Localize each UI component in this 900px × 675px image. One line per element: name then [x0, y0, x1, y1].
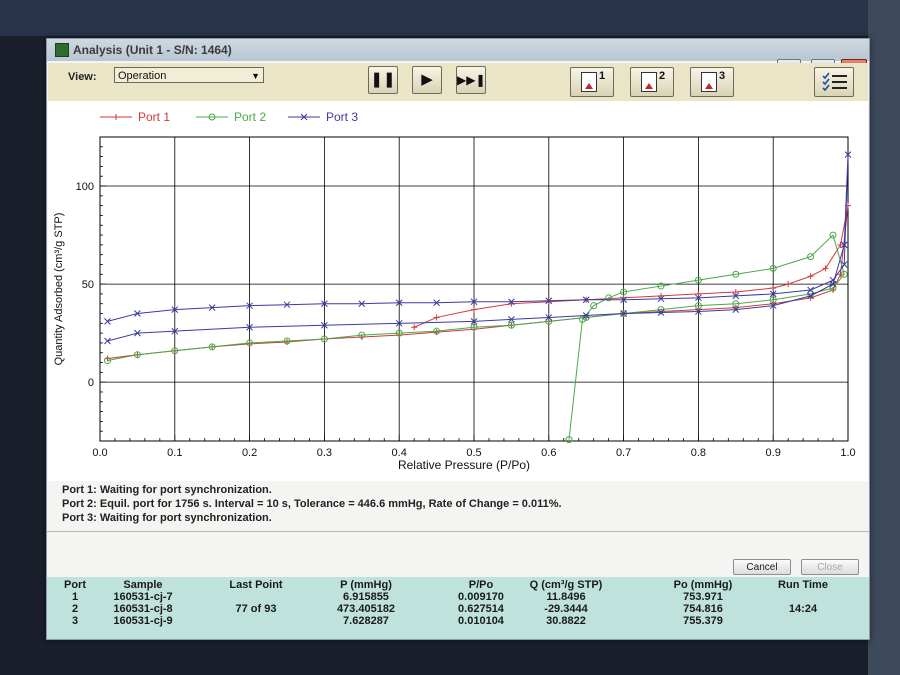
divider: [47, 531, 869, 532]
chevron-down-icon: ▼: [251, 71, 260, 81]
toolbar: View: Operation ▼ ❚❚ ▶ ▶▶❚ 1 2 3: [48, 63, 868, 103]
table-cell: 0.009170: [458, 591, 504, 603]
table-cell: 6.915855: [343, 591, 389, 603]
table-cell: 11.8496: [546, 591, 586, 603]
status-line-port-3: Port 3: Waiting for port synchronization…: [62, 512, 272, 524]
view-dropdown-value: Operation: [118, 70, 167, 82]
report-2-button[interactable]: 2: [630, 67, 674, 97]
table-cell: 7.628287: [343, 615, 389, 627]
analysis-window: Analysis (Unit 1 - S/N: 1464) — ▭ ✕ View…: [46, 38, 870, 640]
y-axis-title: Quantity Adsorbed (cm³/g STP): [53, 213, 65, 366]
table-cell: 30.8822: [546, 615, 586, 627]
table-header: Port: [64, 579, 86, 591]
view-label: View:: [68, 71, 97, 83]
x-tick-label: 0.2: [242, 447, 257, 459]
table-header: Po (mmHg): [673, 579, 733, 591]
close-button[interactable]: Close: [801, 559, 859, 575]
legend-label-port-2: Port 2: [234, 110, 266, 124]
report-3-number: 3: [719, 70, 726, 82]
status-panel: Port 1: Waiting for port synchronization…: [62, 483, 562, 525]
x-tick-label: 0.8: [691, 447, 706, 459]
table-cell: 754.816: [683, 603, 723, 615]
skip-button[interactable]: ▶▶❚: [456, 66, 486, 94]
report-1-button[interactable]: 1: [570, 67, 614, 97]
app-icon: [55, 43, 69, 57]
x-tick-label: 0.1: [167, 447, 182, 459]
table-cell: 77 of 93: [235, 603, 277, 615]
play-button[interactable]: ▶: [412, 66, 442, 94]
pause-icon: ❚❚: [370, 71, 396, 88]
legend-marker-port-1: [113, 114, 119, 120]
x-tick-label: 0.3: [317, 447, 332, 459]
x-tick-label: 0.6: [541, 447, 556, 459]
y-tick-label: 50: [82, 279, 94, 291]
legend-label-port-3: Port 3: [326, 110, 358, 124]
table-cell: 2: [71, 603, 79, 615]
report-2-number: 2: [659, 70, 666, 82]
table-cell: 753.971: [683, 591, 723, 603]
status-line-port-1: Port 1: Waiting for port synchronization…: [62, 484, 272, 496]
report-icon: [641, 72, 657, 92]
x-tick-label: 1.0: [840, 447, 855, 459]
port-status-table: Port Sample Last Point P (mmHg) P/Po Q (cm³/g…: [47, 577, 869, 639]
chart-svg: 0.0 0.1 0.2 0.3 0.4 0.5 0.6 0.7 0.8 0.9 1.0050100R…: [53, 110, 856, 472]
table-header: P (mmHg): [340, 579, 392, 591]
table-header: Q (cm³/g STP): [529, 579, 603, 591]
window-title: Analysis (Unit 1 - S/N: 1464): [73, 43, 232, 57]
table-cell: 160531-cj-8: [113, 603, 173, 615]
x-tick-label: 0.0: [92, 447, 107, 459]
table-cell: 14:24: [788, 603, 818, 615]
table-cell: 755.379: [683, 615, 723, 627]
x-axis-title: Relative Pressure (P/Po): [398, 458, 530, 472]
table-header: Run Time: [778, 579, 828, 591]
skip-forward-icon: ▶▶❚: [457, 73, 486, 87]
screen-bezel-right: [868, 0, 900, 675]
table-cell: -29.3444: [544, 603, 588, 615]
status-line-port-2: Port 2: Equil. port for 1756 s. Interval…: [62, 498, 562, 510]
view-dropdown[interactable]: Operation ▼: [114, 67, 264, 83]
table-cell: 1: [71, 591, 79, 603]
table-cell: 0.627514: [458, 603, 504, 615]
x-tick-label: 0.9: [766, 447, 781, 459]
table-cell: 0.010104: [458, 615, 504, 627]
pause-button[interactable]: ❚❚: [368, 66, 398, 94]
title-bar[interactable]: Analysis (Unit 1 - S/N: 1464): [47, 39, 869, 61]
table-cell: 3: [71, 615, 79, 627]
y-tick-label: 100: [76, 181, 94, 193]
cancel-button[interactable]: Cancel: [733, 559, 791, 575]
table-cell: 160531-cj-9: [113, 615, 173, 627]
screen-bezel-top: [0, 0, 900, 36]
report-icon: [701, 72, 717, 92]
table-header: P/Po: [468, 579, 494, 591]
report-icon: [581, 72, 597, 92]
x-tick-label: 0.7: [616, 447, 631, 459]
legend-label-port-1: Port 1: [138, 110, 170, 124]
y-tick-label: 0: [88, 377, 94, 389]
list-options-button[interactable]: [814, 67, 854, 97]
table-cell: 473.405182: [336, 603, 396, 615]
play-icon: ▶: [421, 71, 433, 88]
report-3-button[interactable]: 3: [690, 67, 734, 97]
checklist-icon: [822, 72, 847, 92]
table-header: Last Point: [229, 579, 283, 591]
table-cell: 160531-cj-7: [113, 591, 173, 603]
table-header: Sample: [123, 579, 163, 591]
isotherm-chart: 0.0 0.1 0.2 0.3 0.4 0.5 0.6 0.7 0.8 0.9 1.0 0 50 100 R…: [48, 101, 868, 481]
report-1-number: 1: [599, 70, 606, 82]
